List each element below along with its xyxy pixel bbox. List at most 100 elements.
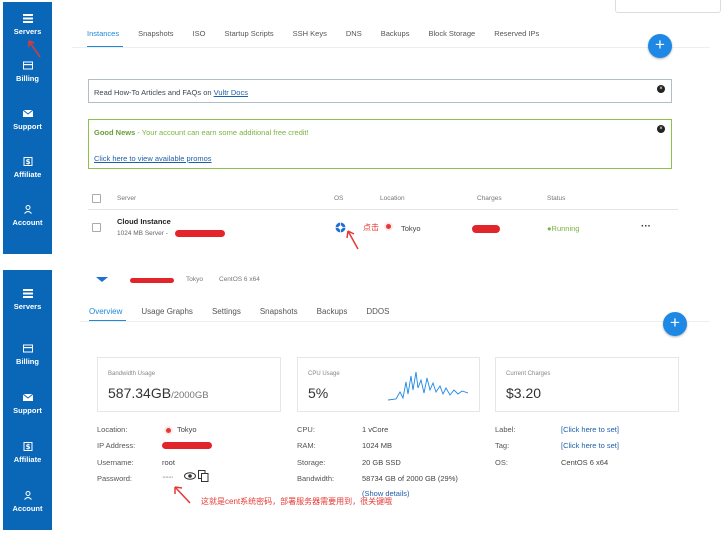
annotation-arrow-icon: [346, 230, 359, 250]
set-label-link[interactable]: [Click here to set]: [561, 425, 619, 434]
sidebar-item-support[interactable]: Support: [3, 96, 52, 144]
user-icon: [23, 490, 32, 500]
status-badge: ● Running: [547, 224, 580, 233]
charges-value: $3.20: [506, 385, 542, 401]
sidebar-item-billing[interactable]: Billing: [3, 330, 52, 379]
sidebar-item-label: Support: [13, 405, 42, 415]
ram-key: RAM:: [297, 441, 316, 450]
eye-icon[interactable]: [184, 472, 196, 480]
bandwidth-total: /2000GB: [171, 390, 209, 401]
storage-value: 20 GB SSD: [362, 458, 401, 467]
sidebar-item-affiliate[interactable]: $ Affiliate: [3, 144, 52, 192]
tab-reserved-ips[interactable]: Reserved IPs: [494, 29, 539, 38]
server-name[interactable]: Cloud Instance: [117, 217, 171, 226]
close-icon[interactable]: ×: [657, 85, 665, 93]
server-subtitle: 1024 MB Server -: [117, 230, 168, 237]
crumb-location: Tokyo: [186, 276, 203, 283]
server-icon: [22, 289, 33, 298]
tabs-divider: [80, 321, 710, 322]
os-key: OS:: [495, 458, 508, 467]
copy-icon[interactable]: [198, 470, 209, 482]
tab-overview[interactable]: Overview: [89, 307, 122, 316]
col-charges: Charges: [477, 195, 502, 202]
click-annotation: 点击: [363, 223, 379, 232]
charges-card: Current Charges $3.20: [495, 357, 679, 412]
col-location: Location: [380, 195, 405, 202]
tab-iso[interactable]: ISO: [193, 29, 206, 38]
tabs-divider: [72, 47, 710, 48]
location-flag-icon: [166, 427, 171, 433]
billing-card-icon: [22, 61, 33, 70]
sidebar-item-account[interactable]: Account: [3, 477, 52, 526]
good-news-text: Good News - Your account can earn some a…: [94, 128, 309, 137]
select-all-checkbox[interactable]: [92, 194, 101, 203]
tab-backups[interactable]: Backups: [381, 29, 410, 38]
ram-value: 1024 MB: [362, 441, 393, 450]
sidebar-item-label: Support: [13, 122, 42, 131]
sidebar-bottom: Servers Billing Support $ Affiliate Acco…: [3, 270, 52, 530]
sidebar-item-affiliate[interactable]: $ Affiliate: [3, 428, 52, 477]
sidebar-item-account[interactable]: Account: [3, 192, 52, 240]
sidebar-item-servers[interactable]: Servers: [3, 270, 52, 330]
row-checkbox[interactable]: [92, 223, 101, 232]
location-text: Tokyo: [177, 425, 197, 434]
server-icon: [22, 14, 33, 23]
tab-block-storage[interactable]: Block Storage: [428, 29, 475, 38]
bandwidth-used: 587.34GB: [108, 385, 172, 401]
user-icon: [23, 205, 32, 214]
tab-startup-scripts[interactable]: Startup Scripts: [224, 29, 273, 38]
charges-label: Current Charges: [506, 371, 551, 377]
tab-settings[interactable]: Settings: [212, 307, 241, 316]
password-key: Password:: [97, 474, 133, 483]
sidebar-item-label: Servers: [13, 302, 42, 311]
col-status: Status: [547, 195, 566, 202]
top-tabs: Instances Snapshots ISO Startup Scripts …: [87, 29, 558, 38]
chevron-down-icon: [96, 277, 108, 282]
sidebar-item-label: Account: [12, 218, 43, 227]
instances-panel: Instances Snapshots ISO Startup Scripts …: [52, 0, 721, 254]
redaction-mark: [162, 442, 212, 449]
good-news-message: - Your account can earn some additional …: [135, 128, 309, 137]
crumb-os: CentOS 6 x64: [219, 276, 260, 283]
add-button[interactable]: +: [663, 312, 687, 336]
bandwidth-key: Bandwidth:: [297, 474, 335, 483]
tab-snapshots[interactable]: Snapshots: [138, 29, 173, 38]
docs-notice-text: Read How-To Articles and FAQs on Vultr D…: [94, 88, 248, 97]
vultr-docs-link[interactable]: Vultr Docs: [214, 88, 248, 97]
good-news-notice: Good News - Your account can earn some a…: [88, 119, 672, 169]
tab-snapshots[interactable]: Snapshots: [260, 307, 298, 316]
cpu-key: CPU:: [297, 425, 315, 434]
bandwidth-detail: 58734 GB of 2000 GB (29%): [362, 474, 458, 483]
mail-icon: [22, 109, 33, 117]
cpu-detail: 1 vCore: [362, 425, 389, 434]
sidebar-item-label: Affiliate: [13, 454, 42, 464]
redaction-mark: [472, 225, 500, 233]
promos-link[interactable]: Click here to view available promos: [94, 154, 212, 163]
add-instance-button[interactable]: +: [648, 34, 672, 58]
cpu-sparkline: [388, 371, 468, 401]
tab-backups[interactable]: Backups: [317, 307, 348, 316]
sidebar-item-support[interactable]: Support: [3, 379, 52, 428]
tab-usage-graphs[interactable]: Usage Graphs: [141, 307, 193, 316]
sidebar-item-label: Account: [12, 503, 43, 513]
set-tag-link[interactable]: [Click here to set]: [561, 441, 619, 450]
label-key: Label:: [495, 425, 516, 434]
tab-dns[interactable]: DNS: [346, 29, 362, 38]
tab-ddos[interactable]: DDOS: [366, 307, 389, 316]
cpu-label: CPU Usage: [308, 371, 340, 377]
search-input[interactable]: [615, 0, 721, 13]
annotation-arrow-icon: [174, 486, 191, 504]
tab-instances[interactable]: Instances: [87, 29, 119, 38]
location-value: Tokyo: [166, 425, 197, 434]
annotation-arrow-icon: [28, 40, 41, 58]
ip-key: IP Address:: [97, 441, 136, 450]
cpu-value: 5%: [308, 385, 329, 401]
detail-tabs: Overview Usage Graphs Settings Snapshots…: [89, 307, 408, 316]
dollar-icon: $: [23, 441, 32, 451]
server-menu-button[interactable]: ···: [641, 221, 651, 232]
close-icon[interactable]: ×: [657, 125, 665, 133]
storage-key: Storage:: [297, 458, 326, 467]
username-key: Username:: [97, 458, 134, 467]
tab-ssh-keys[interactable]: SSH Keys: [293, 29, 327, 38]
cpu-card: CPU Usage 5%: [297, 357, 480, 412]
